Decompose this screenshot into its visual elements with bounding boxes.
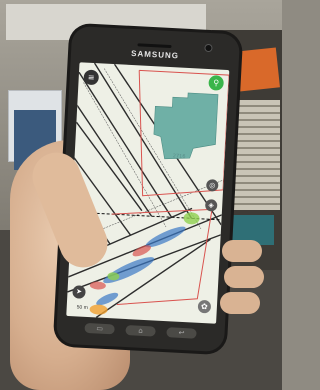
finger	[220, 292, 260, 314]
back-icon: ↩	[178, 328, 185, 338]
map-canvas[interactable]	[66, 62, 230, 324]
compass-icon: ➤	[75, 287, 83, 296]
layers-icon: ◈	[208, 201, 215, 210]
back-button[interactable]: ↩	[166, 327, 197, 339]
front-camera	[205, 44, 212, 52]
recent-apps-icon: ▭	[96, 324, 104, 333]
hardware-nav-buttons: ▭ ⌂ ↩	[84, 322, 197, 341]
map-highlight-zone	[89, 304, 108, 315]
home-button[interactable]: ⌂	[125, 325, 156, 337]
finger	[222, 240, 262, 262]
home-icon: ⌂	[138, 326, 143, 335]
earpiece-speaker	[137, 43, 172, 49]
map-lot-number: 2716	[172, 153, 186, 160]
gear-icon: ✿	[200, 301, 208, 312]
recent-apps-button[interactable]: ▭	[84, 322, 115, 335]
search-icon: ⚲	[212, 78, 220, 88]
menu-icon: ≡	[87, 72, 95, 83]
map-building	[153, 92, 219, 160]
phone-screen-map[interactable]: ≡ ⚲ ◎ ◈ ➤ ✿ 2716 50 m	[66, 62, 230, 324]
phone-brand-label: SAMSUNG	[130, 48, 180, 61]
photo-scene: SAMSUNG ≡ ⚲ ◎ ◈ ➤ ✿ 2716 50 m ▭ ⌂ ↩	[0, 0, 282, 390]
map-scale-bar: 50 m	[76, 304, 88, 312]
finger	[224, 266, 264, 288]
target-icon: ◎	[209, 181, 216, 190]
